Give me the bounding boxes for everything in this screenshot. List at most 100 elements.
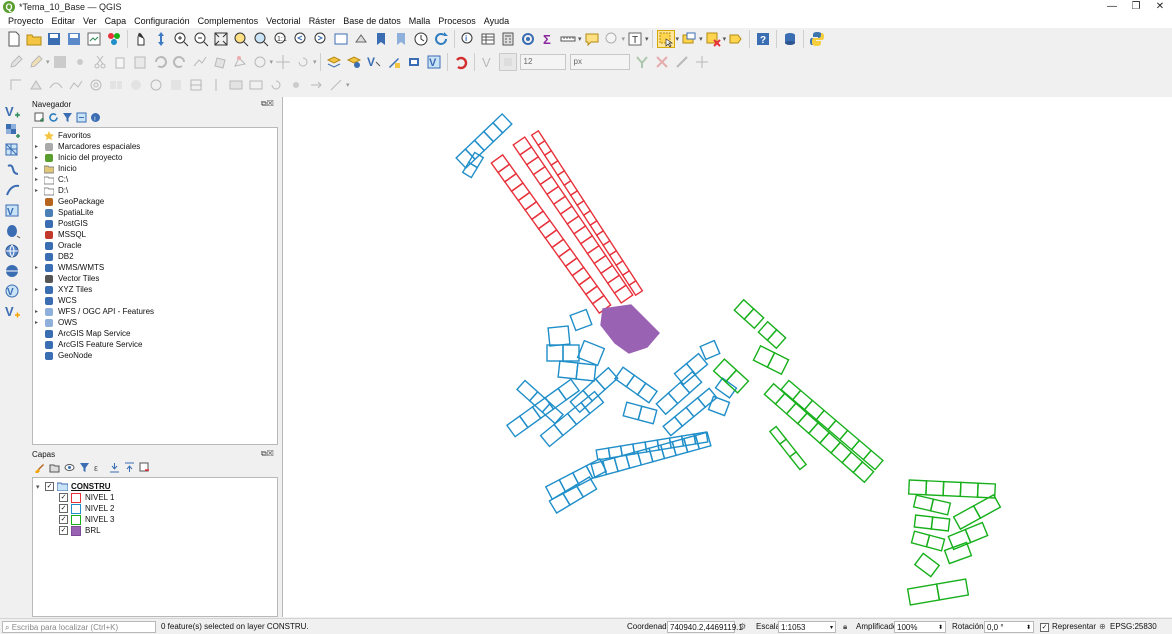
navigator-item[interactable]: ▸ WFS / OGC API - Features (35, 306, 154, 317)
digitize-line-icon[interactable] (191, 53, 209, 71)
menu-raster[interactable]: Ráster (305, 16, 340, 26)
menu-complementos[interactable]: Complementos (194, 16, 263, 26)
undo-icon[interactable] (151, 53, 169, 71)
save-as-icon[interactable] (65, 30, 83, 48)
help-icon[interactable]: ? (754, 30, 772, 48)
add-wfs-layer-icon[interactable]: V (3, 282, 23, 300)
navigator-item[interactable]: ▸ Inicio (35, 163, 77, 174)
toggle-editing-icon[interactable] (27, 53, 45, 71)
paste-icon[interactable] (131, 53, 149, 71)
navigator-item[interactable]: GeoPackage (35, 196, 104, 207)
split-features-icon[interactable] (187, 76, 205, 94)
move-feature-icon[interactable] (274, 53, 292, 71)
deselect-all-icon[interactable] (704, 30, 722, 48)
add-wcs-layer-icon[interactable] (3, 262, 23, 280)
group-checkbox[interactable]: ✓ (45, 482, 54, 491)
scale-combo[interactable]: 1:1053 ▾ (778, 621, 836, 633)
label-toolbar-icon[interactable] (325, 53, 343, 71)
add-raster-layer-icon[interactable] (3, 122, 23, 140)
menu-editar[interactable]: Editar (48, 16, 80, 26)
menu-ayuda[interactable]: Ayuda (480, 16, 513, 26)
navigator-item[interactable]: Favoritos (35, 130, 91, 141)
zoom-selection-icon[interactable] (232, 30, 250, 48)
select-features-icon[interactable] (656, 30, 675, 48)
pan-icon[interactable] (132, 30, 150, 48)
processing-toolbox-icon[interactable] (519, 30, 537, 48)
bookmark-icon[interactable] (372, 30, 390, 48)
layer-checkbox[interactable]: ✓ (59, 515, 68, 524)
navigator-item[interactable]: ▸ D:\ (35, 185, 68, 196)
filter-icon[interactable] (62, 112, 73, 123)
digitize-polygon-icon[interactable] (211, 53, 229, 71)
navigator-item[interactable]: GeoNode (35, 350, 92, 361)
new-print-layout-icon[interactable] (85, 30, 103, 48)
vertex-tool-icon[interactable] (231, 53, 249, 71)
add-group-icon[interactable] (49, 462, 60, 473)
menu-procesos[interactable]: Procesos (434, 16, 480, 26)
new-layer-icon[interactable]: V (3, 302, 23, 320)
add-selected-icon[interactable] (34, 112, 45, 123)
filter-legend-icon[interactable] (79, 462, 90, 473)
expand-all-icon[interactable] (109, 462, 120, 473)
identify-icon[interactable]: i (459, 30, 477, 48)
expand-arrow-icon[interactable]: ▸ (35, 176, 44, 183)
offset-symbol-icon[interactable] (287, 76, 305, 94)
show-bookmarks-icon[interactable] (392, 30, 410, 48)
move-label-icon[interactable] (385, 53, 403, 71)
statistics-icon[interactable]: Σ (539, 30, 557, 48)
remove-layer-icon[interactable] (139, 462, 150, 473)
navigator-item[interactable]: ▸ WMS/WMTS (35, 262, 104, 273)
new-map-view-icon[interactable] (332, 30, 350, 48)
merge-features-icon[interactable] (227, 76, 245, 94)
menu-configuracion[interactable]: Configuración (130, 16, 194, 26)
layer-nivel-1[interactable]: ✓ NIVEL 1 (59, 492, 115, 503)
add-part-icon[interactable] (107, 76, 125, 94)
navigator-item[interactable]: ▸ C:\ (35, 174, 68, 185)
navigator-item[interactable]: ▸ Inicio del proyecto (35, 152, 122, 163)
expand-arrow-icon[interactable]: ▸ (35, 308, 44, 315)
python-console-icon[interactable] (808, 30, 826, 48)
navigator-item[interactable]: ▸ Marcadores espaciales (35, 141, 140, 152)
layers-panel-controls[interactable]: ⧉☒ (261, 449, 274, 459)
font-unit-select[interactable]: px (569, 54, 630, 70)
magnifier-spinbox[interactable]: 100% ⬍ (894, 621, 946, 633)
layer-checkbox[interactable]: ✓ (59, 504, 68, 513)
locator-search-input[interactable]: ⌕ Escriba para localizar (Ctrl+K) (2, 621, 156, 633)
menu-vectorial[interactable]: Vectorial (262, 16, 305, 26)
refresh-icon[interactable] (432, 30, 450, 48)
layer-brl[interactable]: ✓ BRL (59, 525, 101, 536)
zoom-last-icon[interactable] (292, 30, 310, 48)
pin-labels-icon[interactable] (345, 53, 363, 71)
navigator-item[interactable]: ArcGIS Feature Service (35, 339, 142, 350)
copy-icon[interactable] (111, 53, 129, 71)
shape-tool-icon[interactable] (251, 53, 269, 71)
split-parts-icon[interactable] (207, 76, 225, 94)
toggle-extents-icon[interactable]: ⚙ (739, 621, 746, 633)
navigator-item[interactable]: PostGIS (35, 218, 88, 229)
navigator-panel-controls[interactable]: ⧉☒ (261, 99, 274, 109)
delete-part-icon[interactable] (167, 76, 185, 94)
menu-base-de-datos[interactable]: Base de datos (339, 16, 405, 26)
add-point-icon[interactable] (71, 53, 89, 71)
navigator-item[interactable]: MSSQL (35, 229, 86, 240)
navigator-item[interactable]: ▸ XYZ Tiles (35, 284, 92, 295)
collapse-all-icon[interactable] (124, 462, 135, 473)
new-project-icon[interactable] (5, 30, 23, 48)
pan-to-selection-icon[interactable] (152, 30, 170, 48)
expand-arrow-icon[interactable]: ▸ (35, 165, 44, 172)
add-delimited-text-icon[interactable] (3, 162, 23, 180)
zoom-next-icon[interactable] (312, 30, 330, 48)
menu-proyecto[interactable]: Proyecto (4, 16, 48, 26)
map-canvas[interactable] (282, 97, 1172, 617)
split-icon[interactable] (693, 53, 711, 71)
delete-ring-icon[interactable] (147, 76, 165, 94)
advanced-digitize-icon[interactable] (7, 76, 25, 94)
minimize-button[interactable]: — (1100, 0, 1124, 14)
zoom-full-icon[interactable] (212, 30, 230, 48)
remove-icon[interactable] (653, 53, 671, 71)
rotation-spinbox[interactable]: 0,0 ° ⬍ (984, 621, 1034, 633)
reshape-icon[interactable] (27, 76, 45, 94)
menu-malla[interactable]: Malla (405, 16, 435, 26)
rotate-feature-icon[interactable] (294, 53, 312, 71)
navigator-item[interactable]: ArcGIS Map Service (35, 328, 130, 339)
